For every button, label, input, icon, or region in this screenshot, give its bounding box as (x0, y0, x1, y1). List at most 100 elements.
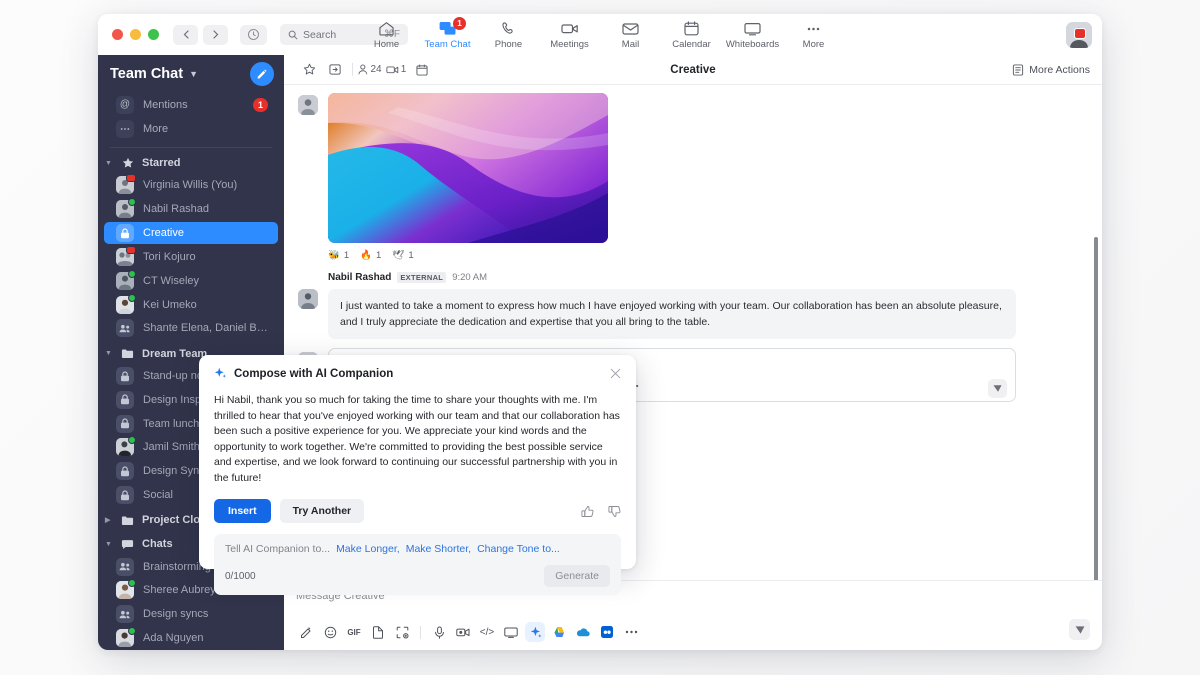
generate-button[interactable]: Generate (544, 565, 610, 587)
reaction-count: 1 (408, 250, 414, 261)
nav-more[interactable]: More (783, 16, 844, 50)
channel-members-button[interactable]: 24 (357, 59, 383, 81)
reaction-item[interactable]: 🐝 1 (328, 250, 349, 261)
minimize-window-button[interactable] (130, 29, 141, 40)
message-scrollbar[interactable] (1094, 237, 1098, 580)
gradient-wallpaper (328, 93, 608, 243)
nav-more-label: More (802, 39, 825, 50)
sidebar-item-label: Design syncs (143, 608, 209, 621)
insert-button[interactable]: Insert (214, 499, 271, 523)
sidebar-item-label: Ada Nguyen (143, 632, 204, 645)
sparkle-icon (214, 367, 227, 380)
sidebar-item-shante-elena-group[interactable]: Shante Elena, Daniel Bow... (104, 317, 278, 339)
message-timestamp: 9:20 AM (452, 272, 488, 283)
emoji-icon[interactable] (320, 622, 340, 642)
reaction-item[interactable]: 🔥 1 (360, 250, 381, 261)
new-message-button[interactable] (250, 62, 274, 86)
maximize-window-button[interactable] (148, 29, 159, 40)
file-icon[interactable] (368, 622, 388, 642)
nav-phone[interactable]: Phone (478, 16, 539, 50)
avatar[interactable] (1066, 22, 1092, 48)
nav-whiteboards[interactable]: Whiteboards (722, 16, 783, 50)
ai-generated-text: Hi Nabil, thank you so much for taking t… (214, 394, 620, 484)
nav-team-chat[interactable]: 1 Team Chat (417, 16, 478, 50)
nav-mail-label: Mail (621, 39, 640, 50)
audio-message-icon[interactable] (429, 622, 449, 642)
page-title: Creative (670, 63, 716, 76)
thumbs-down-icon[interactable] (608, 505, 621, 518)
try-another-button[interactable]: Try Another (279, 499, 365, 523)
make-longer-suggestion[interactable]: Make Longer, (336, 543, 400, 555)
back-button[interactable] (173, 24, 198, 45)
message-image-attachment[interactable] (328, 93, 608, 243)
sidebar-group-label: Dream Team (142, 347, 208, 360)
sidebar-group-starred[interactable]: ▼ Starred (98, 153, 284, 174)
envelope-icon (622, 20, 639, 37)
reaction-item[interactable]: 🕊 1 (392, 250, 413, 261)
reaction-count: 1 (375, 250, 382, 261)
avatar (116, 436, 136, 457)
sidebar-item-more[interactable]: More (104, 118, 278, 140)
onedrive-icon[interactable] (573, 622, 593, 642)
code-snippet-icon[interactable]: </> (477, 622, 497, 642)
lock-icon (116, 367, 134, 385)
sidebar-item-mentions[interactable]: @ Mentions 1 (104, 94, 278, 116)
more-actions-button[interactable]: More Actions (1012, 64, 1090, 76)
sidebar-item-design-syncs[interactable]: Design syncs (104, 603, 278, 625)
box-icon[interactable] (597, 622, 617, 642)
composer-toolbar: GIF </> (296, 622, 1090, 642)
channel-calendar-button[interactable] (409, 59, 435, 81)
feedback-controls (581, 505, 621, 518)
close-window-button[interactable] (112, 29, 123, 40)
thumbs-up-icon[interactable] (581, 505, 594, 518)
sidebar-group-label: Chats (142, 538, 173, 551)
home-icon (378, 20, 395, 37)
sidebar-item-creative[interactable]: Creative (104, 222, 278, 244)
whiteboard-icon (744, 20, 761, 37)
send-reply-button[interactable] (988, 379, 1007, 398)
video-message-icon[interactable] (453, 622, 473, 642)
sidebar-item-kei-umeko[interactable]: Kei Umeko (104, 293, 278, 316)
sidebar-item-label: Mentions (143, 98, 188, 111)
window-controls[interactable] (112, 29, 159, 40)
at-sign-icon: @ (116, 95, 134, 114)
avatar (298, 95, 318, 115)
avatar (116, 245, 136, 266)
ai-companion-dialog: Compose with AI Companion Hi Nabil, than… (199, 355, 636, 595)
history-button[interactable] (240, 24, 267, 45)
google-drive-icon[interactable] (549, 622, 569, 642)
screenshare-icon[interactable] (501, 622, 521, 642)
divider (352, 63, 353, 76)
sidebar-item-label: Jamil Smith (143, 441, 200, 454)
reaction-bar: 🐝 1 🔥 1 🕊 1 (328, 250, 1088, 261)
screenshot-icon[interactable] (392, 622, 412, 642)
chevron-down-icon[interactable]: ▼ (189, 69, 198, 79)
sidebar-item-nabil-rashad[interactable]: Nabil Rashad (104, 198, 278, 220)
ai-prompt-input-row[interactable]: Tell AI Companion to... Make Longer, Mak… (225, 543, 610, 555)
channel-video-button[interactable]: 1 (383, 59, 409, 81)
nav-home[interactable]: Home (356, 16, 417, 50)
forward-button[interactable] (203, 24, 228, 45)
sidebar-item-ct-wiseley[interactable]: CT Wiseley (104, 269, 278, 292)
make-shorter-suggestion[interactable]: Make Shorter, (406, 543, 471, 555)
change-tone-suggestion[interactable]: Change Tone to... (477, 543, 560, 555)
nav-mail[interactable]: Mail (600, 16, 661, 50)
presence-online-indicator (128, 269, 136, 278)
gif-icon[interactable]: GIF (344, 622, 364, 642)
open-in-new-window-button[interactable] (322, 59, 348, 81)
ai-companion-icon[interactable] (525, 622, 545, 642)
sidebar-item-tori-kojuro[interactable]: Tori Kojuro (104, 245, 278, 268)
star-channel-button[interactable] (296, 59, 322, 81)
search-icon (288, 30, 298, 40)
nav-meetings[interactable]: Meetings (539, 16, 600, 50)
format-text-icon[interactable] (296, 622, 316, 642)
lock-icon (116, 486, 134, 505)
sidebar-item-virginia-willis[interactable]: Virginia Willis (You) (104, 174, 278, 196)
close-icon[interactable] (610, 368, 621, 379)
presence-online-indicator (128, 579, 136, 588)
ellipsis-icon[interactable] (621, 622, 641, 642)
nav-calendar[interactable]: Calendar (661, 16, 722, 50)
send-message-button[interactable] (1069, 619, 1090, 640)
avatar (116, 293, 136, 314)
sidebar-item-ada-nguyen[interactable]: Ada Nguyen (104, 627, 278, 649)
